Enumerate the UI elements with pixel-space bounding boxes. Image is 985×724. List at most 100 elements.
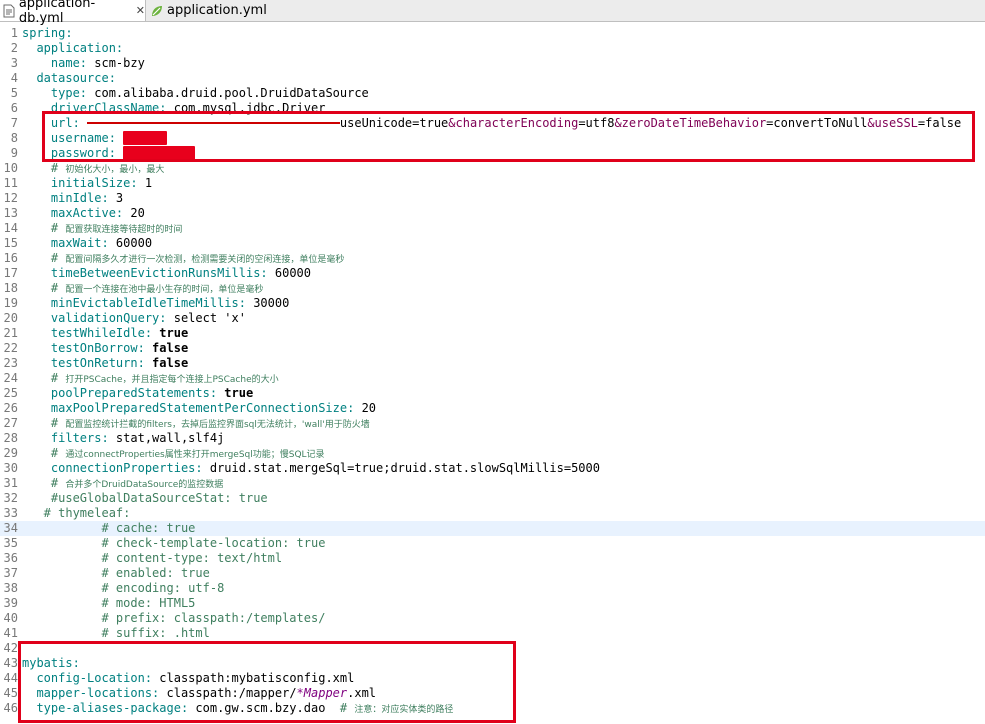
code-token: select 'x' xyxy=(173,311,246,325)
code-token: # check-template-location: true xyxy=(22,536,326,550)
code-line[interactable]: 2 application: xyxy=(0,41,985,56)
code-line[interactable]: 17 timeBetweenEvictionRunsMillis: 60000 xyxy=(0,266,985,281)
code-token: # cache: true xyxy=(22,521,196,535)
code-line[interactable]: 3 name: scm-bzy xyxy=(0,56,985,71)
code-token: # content-type: text/html xyxy=(22,551,283,565)
editor-tab-bar: application-db.yml ✕ application.yml xyxy=(0,0,985,26)
code-line[interactable]: 31 # 合并多个DruidDataSource的监控数据 xyxy=(0,476,985,491)
code-line[interactable]: 29 # 通过connectProperties属性来打开mergeSql功能；… xyxy=(0,446,985,461)
line-number: 20 xyxy=(3,311,18,325)
code-line[interactable]: 10 # 初始化大小，最小，最大 xyxy=(0,161,985,176)
code-token: 60000 xyxy=(274,266,311,280)
code-line[interactable]: 34 # cache: true xyxy=(0,521,985,536)
code-token: 配置间隔多久才进行一次检测，检测需要关闭的空闲连接，单位是毫秒 xyxy=(65,255,345,265)
code-line[interactable]: 28 filters: stat,wall,slf4j xyxy=(0,431,985,446)
line-number: 25 xyxy=(3,386,18,400)
code-token: filters: xyxy=(22,431,116,445)
code-line[interactable]: 21 testWhileIdle: true xyxy=(0,326,985,341)
line-number: 26 xyxy=(3,401,18,415)
highlight-box-credentials xyxy=(42,111,975,162)
code-line[interactable]: 18 # 配置一个连接在池中最小生存的时间，单位是毫秒 xyxy=(0,281,985,296)
code-line[interactable]: 24 # 打开PSCache，并且指定每个连接上PSCache的大小 xyxy=(0,371,985,386)
code-line[interactable]: 40 # prefix: classpath:/templates/ xyxy=(0,611,985,626)
code-token: true xyxy=(224,386,254,400)
line-number: 10 xyxy=(3,161,18,175)
code-token: # xyxy=(22,161,66,175)
code-token: 20 xyxy=(130,206,145,220)
code-token: # xyxy=(22,281,66,295)
code-line[interactable]: 32 #useGlobalDataSourceStat: true xyxy=(0,491,985,506)
code-line[interactable]: 1 spring: xyxy=(0,26,985,41)
code-line[interactable]: 20 validationQuery: select 'x' xyxy=(0,311,985,326)
code-line[interactable]: 14 # 配置获取连接等待超时的时间 xyxy=(0,221,985,236)
code-line[interactable]: 12 minIdle: 3 xyxy=(0,191,985,206)
tab-application-yml[interactable]: application.yml xyxy=(147,0,277,21)
code-token: validationQuery: xyxy=(22,311,174,325)
tab-application-db-yml[interactable]: application-db.yml ✕ xyxy=(0,0,146,26)
code-token: # xyxy=(22,416,66,430)
code-token: 3 xyxy=(115,191,124,205)
code-line[interactable]: 22 testOnBorrow: false xyxy=(0,341,985,356)
tab-label: application.yml xyxy=(167,3,267,18)
code-token: com.alibaba.druid.pool.DruidDataSource xyxy=(94,86,369,100)
code-line[interactable]: 30 connectionProperties: druid.stat.merg… xyxy=(0,461,985,476)
line-code: # thymeleaf: xyxy=(22,506,131,521)
line-number: 46 xyxy=(3,701,18,715)
line-number: 27 xyxy=(3,416,18,430)
line-number: 6 xyxy=(10,101,18,115)
line-code: testOnBorrow: false xyxy=(22,341,188,356)
line-number: 23 xyxy=(3,356,18,370)
line-code: # cache: true xyxy=(22,521,195,536)
line-code: poolPreparedStatements: true xyxy=(22,386,253,401)
code-token: timeBetweenEvictionRunsMillis: xyxy=(22,266,275,280)
code-token: # prefix: classpath:/templates/ xyxy=(22,611,326,625)
code-token: # xyxy=(22,476,66,490)
line-code: # content-type: text/html xyxy=(22,551,282,566)
code-line[interactable]: 39 # mode: HTML5 xyxy=(0,596,985,611)
line-code: testOnReturn: false xyxy=(22,356,188,371)
code-line[interactable]: 35 # check-template-location: true xyxy=(0,536,985,551)
line-code: maxPoolPreparedStatementPerConnectionSiz… xyxy=(22,401,376,416)
code-line[interactable]: 16 # 配置间隔多久才进行一次检测，检测需要关闭的空闲连接，单位是毫秒 xyxy=(0,251,985,266)
code-line[interactable]: 27 # 配置监控统计拦截的filters，去掉后监控界面sql无法统计，'wa… xyxy=(0,416,985,431)
code-line[interactable]: 5 type: com.alibaba.druid.pool.DruidData… xyxy=(0,86,985,101)
code-line[interactable]: 26 maxPoolPreparedStatementPerConnection… xyxy=(0,401,985,416)
line-number: 41 xyxy=(3,626,18,640)
code-token: name: xyxy=(22,56,95,70)
line-number: 7 xyxy=(10,116,18,130)
code-line[interactable]: 11 initialSize: 1 xyxy=(0,176,985,191)
line-number: 32 xyxy=(3,491,18,505)
line-number: 40 xyxy=(3,611,18,625)
code-line[interactable]: 36 # content-type: text/html xyxy=(0,551,985,566)
close-icon[interactable]: ✕ xyxy=(136,4,145,17)
code-token: 合并多个DruidDataSource的监控数据 xyxy=(65,480,224,490)
line-number: 2 xyxy=(10,41,18,55)
code-line[interactable]: 33 # thymeleaf: xyxy=(0,506,985,521)
line-number: 12 xyxy=(3,191,18,205)
code-line[interactable]: 38 # encoding: utf-8 xyxy=(0,581,985,596)
code-token: 初始化大小，最小，最大 xyxy=(65,165,165,175)
code-line[interactable]: 25 poolPreparedStatements: true xyxy=(0,386,985,401)
line-code: initialSize: 1 xyxy=(22,176,152,191)
code-token: testWhileIdle: xyxy=(22,326,160,340)
code-token: 1 xyxy=(144,176,153,190)
line-number: 39 xyxy=(3,596,18,610)
line-number: 35 xyxy=(3,536,18,550)
code-line[interactable]: 13 maxActive: 20 xyxy=(0,206,985,221)
code-token: druid.stat.mergeSql=true;druid.stat.slow… xyxy=(209,461,600,475)
line-code: # encoding: utf-8 xyxy=(22,581,224,596)
code-token: stat,wall,slf4j xyxy=(115,431,225,445)
line-number: 29 xyxy=(3,446,18,460)
line-number: 9 xyxy=(10,146,18,160)
code-token: true xyxy=(159,326,189,340)
code-token: #useGlobalDataSourceStat: true xyxy=(22,491,268,505)
code-line[interactable]: 37 # enabled: true xyxy=(0,566,985,581)
code-line[interactable]: 15 maxWait: 60000 xyxy=(0,236,985,251)
line-number: 24 xyxy=(3,371,18,385)
code-line[interactable]: 19 minEvictableIdleTimeMillis: 30000 xyxy=(0,296,985,311)
code-token: 60000 xyxy=(115,236,153,250)
code-line[interactable]: 4 datasource: xyxy=(0,71,985,86)
code-line[interactable]: 23 testOnReturn: false xyxy=(0,356,985,371)
code-line[interactable]: 41 # suffix: .html xyxy=(0,626,985,641)
line-number: 33 xyxy=(3,506,18,520)
